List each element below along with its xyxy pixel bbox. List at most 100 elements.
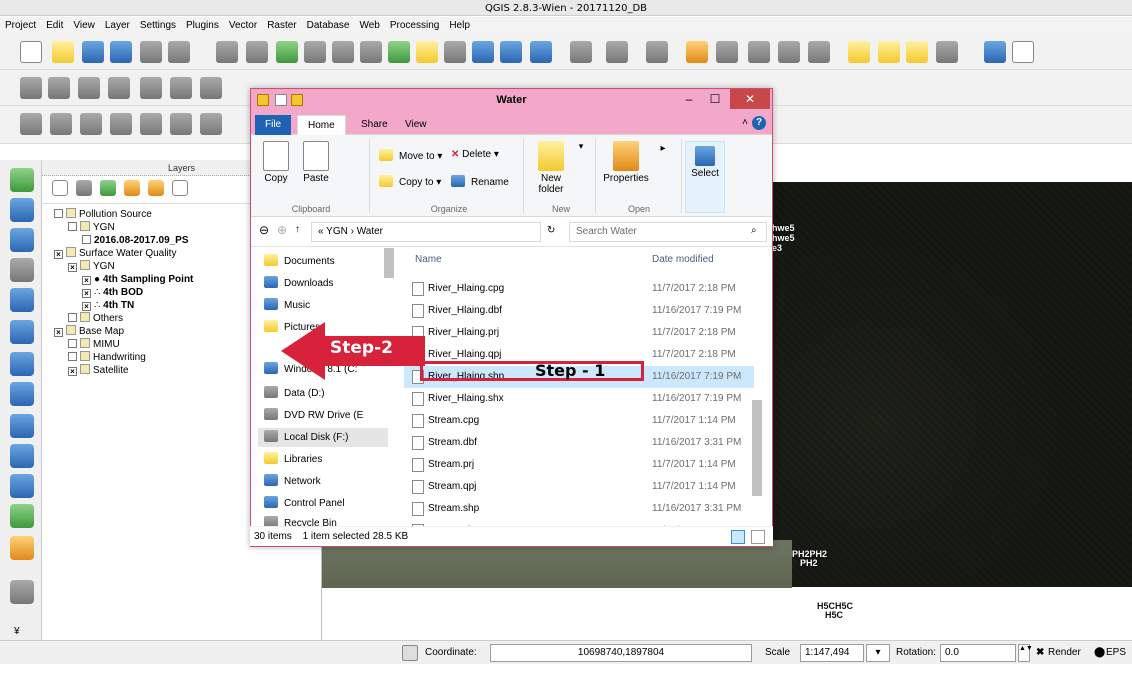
render-checkbox-icon[interactable]: ✖ xyxy=(1036,644,1044,662)
select-button[interactable]: Select xyxy=(685,141,725,213)
add-wms-layer-icon[interactable] xyxy=(10,382,34,406)
file-list-scrollbar[interactable] xyxy=(752,400,762,496)
deselect-icon[interactable] xyxy=(686,41,708,63)
current-edits-icon[interactable] xyxy=(20,77,42,99)
layer-sampling-point[interactable]: × ● 4th Sampling Point xyxy=(82,273,193,286)
layer-tn[interactable]: × ∴ 4th TN xyxy=(82,299,134,312)
statistics-icon[interactable] xyxy=(778,41,800,63)
file-row[interactable]: River_Hlaing.cpg 11/7/2017 2:18 PM xyxy=(404,278,754,300)
zoom-last-icon[interactable] xyxy=(472,41,494,63)
zoom-in-icon[interactable] xyxy=(304,41,326,63)
identify-icon[interactable] xyxy=(570,41,592,63)
tab-file[interactable]: File xyxy=(255,115,292,135)
coordinate-field[interactable]: 10698740,1897804 xyxy=(490,644,752,662)
paste-button[interactable]: Paste xyxy=(301,141,331,184)
layer-group-base-map[interactable]: × Base Map xyxy=(54,325,124,338)
layer-bod[interactable]: × ∴ 4th BOD xyxy=(82,286,143,299)
menu-edit[interactable]: Edit xyxy=(46,17,63,34)
add-postgis-icon[interactable] xyxy=(80,113,102,135)
filter-map-icon[interactable] xyxy=(124,180,140,196)
add-spatialite-icon[interactable] xyxy=(110,113,132,135)
save-as-icon[interactable] xyxy=(110,41,132,63)
nav-scrollbar[interactable] xyxy=(384,248,394,278)
delete-selected-icon[interactable] xyxy=(200,77,222,99)
layer-ps[interactable]: 2016.08-2017.09_PS xyxy=(82,234,189,247)
large-icons-view-icon[interactable] xyxy=(751,530,765,544)
nav-dvd-drive[interactable]: DVD RW Drive (E xyxy=(264,408,363,423)
mouse-coordinate-icon[interactable] xyxy=(402,645,418,661)
new-folder-button[interactable]: New folder xyxy=(531,141,571,195)
save-project-icon[interactable] xyxy=(82,41,104,63)
collapse-all-icon[interactable] xyxy=(172,180,188,196)
node-tool-icon[interactable] xyxy=(170,77,192,99)
menu-view[interactable]: View xyxy=(73,17,95,34)
refresh-icon[interactable]: ↻ xyxy=(547,225,555,236)
file-row[interactable]: Stream.prj 11/7/2017 1:14 PM xyxy=(404,454,754,476)
add-spatialite-layer-icon[interactable] xyxy=(10,258,34,282)
toggle-editing-icon[interactable] xyxy=(48,77,70,99)
tab-share[interactable]: Share xyxy=(351,115,398,135)
close-button[interactable]: ✕ xyxy=(730,89,770,109)
open-project-icon[interactable] xyxy=(52,41,74,63)
add-vector-layer-icon[interactable] xyxy=(20,113,42,135)
nav-local-disk[interactable]: Local Disk (F:) xyxy=(258,428,388,447)
save-edits-icon[interactable] xyxy=(78,77,100,99)
layer-group-satellite[interactable]: × Satellite xyxy=(68,364,129,377)
nav-music[interactable]: Music xyxy=(264,298,310,313)
forward-icon[interactable]: ⊕ xyxy=(277,223,287,237)
copy-to-button[interactable]: Copy to ▾ xyxy=(379,175,441,188)
properties-button[interactable]: Properties xyxy=(599,141,653,184)
nav-documents[interactable]: Documents xyxy=(264,254,335,269)
search-input[interactable]: Search Water xyxy=(569,222,767,242)
move-to-button[interactable]: Move to ▾ xyxy=(379,149,442,162)
menu-settings[interactable]: Settings xyxy=(140,17,176,34)
crs-label[interactable]: EPS xyxy=(1106,644,1126,662)
file-row[interactable]: River_Hlaing.dbf 11/16/2017 7:19 PM xyxy=(404,300,754,322)
nav-network[interactable]: Network xyxy=(264,474,321,489)
add-postgis-layer-icon[interactable] xyxy=(10,228,34,252)
column-date-modified[interactable]: Date modified xyxy=(652,254,714,265)
scale-field[interactable]: 1:147,494 xyxy=(800,644,864,662)
touch-zoom-icon[interactable] xyxy=(216,41,238,63)
file-row[interactable]: River_Hlaing.shx 11/16/2017 7:19 PM xyxy=(404,388,754,410)
details-view-icon[interactable] xyxy=(731,530,745,544)
layer-group-mimu[interactable]: MIMU xyxy=(68,338,120,351)
zoom-out-icon[interactable] xyxy=(332,41,354,63)
menu-vector[interactable]: Vector xyxy=(229,17,257,34)
refresh-icon[interactable] xyxy=(530,41,552,63)
zoom-full-icon[interactable] xyxy=(388,41,410,63)
collapse-ribbon-icon[interactable]: ˄ xyxy=(742,117,748,128)
tab-home[interactable]: Home xyxy=(297,115,346,135)
nav-downloads[interactable]: Downloads xyxy=(264,276,333,291)
field-calculator-icon[interactable] xyxy=(716,41,738,63)
menu-web[interactable]: Web xyxy=(359,17,379,34)
menu-layer[interactable]: Layer xyxy=(105,17,130,34)
add-mssql-layer-icon[interactable] xyxy=(10,288,34,312)
nav-libraries[interactable]: Libraries xyxy=(264,452,322,467)
zoom-selection-icon[interactable] xyxy=(444,41,466,63)
select-feature-icon[interactable] xyxy=(606,41,628,63)
file-row[interactable]: Stream.qpj 11/7/2017 1:14 PM xyxy=(404,476,754,498)
pan-to-selection-icon[interactable] xyxy=(276,41,298,63)
menu-plugins[interactable]: Plugins xyxy=(186,17,219,34)
whats-this-icon[interactable] xyxy=(1012,41,1034,63)
map-tips-icon[interactable] xyxy=(848,41,870,63)
zoom-layer-icon[interactable] xyxy=(416,41,438,63)
crs-icon[interactable]: ⬤ xyxy=(1094,644,1105,662)
menu-processing[interactable]: Processing xyxy=(390,17,439,34)
new-bookmark-icon[interactable] xyxy=(878,41,900,63)
add-delimited-text-icon[interactable] xyxy=(10,474,34,498)
add-oracle-icon[interactable] xyxy=(170,113,192,135)
help-icon[interactable] xyxy=(984,41,1006,63)
render-label[interactable]: Render xyxy=(1048,644,1081,662)
nav-control-panel[interactable]: Control Panel xyxy=(264,496,345,511)
file-row[interactable]: Stream.cpg 11/7/2017 1:14 PM xyxy=(404,410,754,432)
print-composer-icon[interactable] xyxy=(140,41,162,63)
add-vector-icon[interactable] xyxy=(10,168,34,192)
file-row[interactable]: Stream.dbf 11/16/2017 3:31 PM xyxy=(404,432,754,454)
add-feature-icon[interactable] xyxy=(108,77,130,99)
new-project-icon[interactable] xyxy=(20,41,42,63)
layer-group-others[interactable]: Others xyxy=(68,312,123,325)
composer-manager-icon[interactable] xyxy=(168,41,190,63)
add-wcs-layer-icon[interactable] xyxy=(10,414,34,438)
